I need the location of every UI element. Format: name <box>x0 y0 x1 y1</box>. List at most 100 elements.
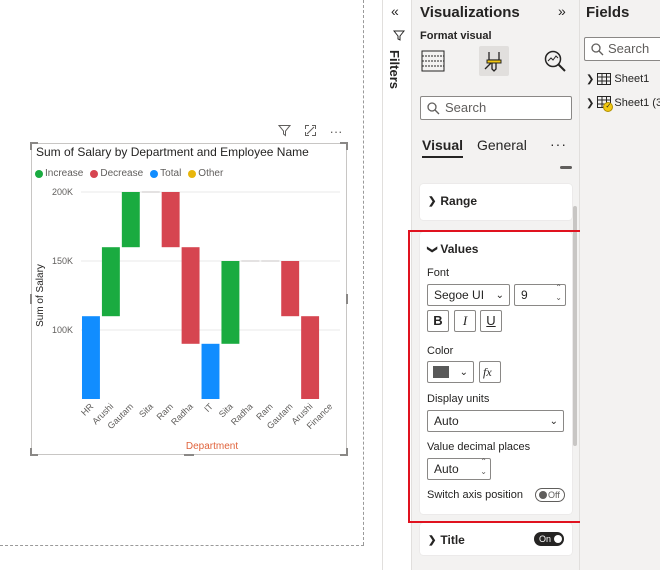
chevron-right-icon: ❯ <box>428 534 437 546</box>
font-family-dropdown[interactable]: Segoe UI ⌄ <box>427 284 510 306</box>
field-table-sheet1-3[interactable]: ❯ ✓ Sheet1 (3 <box>586 96 660 112</box>
paint-brush-icon <box>484 52 502 72</box>
resize-handle[interactable] <box>346 142 348 150</box>
table-icon <box>597 73 612 85</box>
legend-label: Increase <box>45 168 84 179</box>
decimal-places-label: Value decimal places <box>427 441 531 453</box>
toggle-state: Off <box>548 490 560 500</box>
search-placeholder: Search <box>445 100 487 115</box>
display-units-dropdown[interactable]: Auto ⌄ <box>427 410 564 432</box>
resize-handle[interactable] <box>30 142 32 150</box>
analytics-button[interactable] <box>540 46 570 76</box>
waterfall-bar[interactable] <box>161 192 180 248</box>
chevron-right-icon: ❯ <box>428 195 437 207</box>
waterfall-bar[interactable] <box>121 192 140 248</box>
chart-legend: Increase Decrease Total Other <box>35 168 223 179</box>
title-section[interactable]: ❯ Title On <box>420 523 572 555</box>
legend-marker <box>150 169 159 178</box>
waterfall-bar[interactable] <box>101 247 120 317</box>
range-header[interactable]: ❯ Range <box>428 194 477 208</box>
chevron-down-icon: ⌄ <box>549 416 558 427</box>
collapse-panes-icon[interactable]: « <box>391 3 399 19</box>
waterfall-bar[interactable] <box>81 316 100 399</box>
switch-axis-position-label: Switch axis position <box>427 489 523 501</box>
search-icon <box>427 102 440 115</box>
legend-item[interactable]: Total <box>150 168 181 179</box>
fields-title: Fields <box>586 4 630 21</box>
bold-button[interactable]: B <box>427 310 449 332</box>
more-options-icon[interactable]: ··· <box>550 136 567 152</box>
x-tick-label: IT <box>202 401 215 414</box>
range-section[interactable]: ❯ Range <box>420 184 572 220</box>
italic-button[interactable]: I <box>454 310 476 332</box>
waterfall-bar[interactable] <box>301 316 320 399</box>
legend-label: Decrease <box>100 168 144 179</box>
x-tick-label: Sita <box>137 401 155 419</box>
legend-item[interactable]: Other <box>188 168 223 179</box>
chevron-down-icon: ❯ <box>426 244 438 254</box>
font-label: Font <box>427 267 450 279</box>
waterfall-bar[interactable] <box>281 261 300 317</box>
tab-general[interactable]: General <box>477 137 527 158</box>
search-icon <box>591 43 604 56</box>
stepper-arrows-icon[interactable]: ⌃ ⌄ <box>480 457 487 477</box>
chevron-right-icon[interactable]: ❯ <box>586 74 594 85</box>
table-name: Sheet1 (3 <box>614 97 660 109</box>
x-axis-title: Department <box>186 441 238 452</box>
build-visual-icon <box>421 50 445 72</box>
expand-pane-icon[interactable]: » <box>558 3 566 19</box>
tab-visual[interactable]: Visual <box>422 137 463 158</box>
font-size-stepper[interactable]: 9 ⌃ ⌄ <box>514 283 566 306</box>
chart-plot: 100K150K200KSum of SalaryHRArushiGautam S… <box>35 187 340 452</box>
pane-scrollbar[interactable] <box>573 206 577 446</box>
visualizations-title: Visualizations <box>420 4 520 21</box>
values-label: Values <box>440 242 479 256</box>
filter-icon[interactable] <box>276 124 292 140</box>
toggle-knob <box>554 535 562 543</box>
legend-item[interactable]: Increase <box>35 168 83 179</box>
waterfall-bar[interactable] <box>221 261 240 344</box>
x-tick-label: Radha <box>169 401 195 427</box>
color-picker[interactable]: ⌄ <box>427 361 474 383</box>
table-name: Sheet1 <box>614 73 650 85</box>
legend-item[interactable]: Decrease <box>90 168 143 179</box>
title-header[interactable]: ❯ Title <box>428 533 465 547</box>
toggle-knob <box>539 491 547 499</box>
color-label: Color <box>427 345 454 357</box>
page-boundary-horizontal <box>0 545 364 546</box>
fields-pane: Fields Search ❯ Sheet1 ❯ ✓ Sheet1 (3 <box>580 0 660 570</box>
values-header[interactable]: ❯ Values <box>426 242 479 256</box>
font-size-value: 9 <box>521 288 528 302</box>
range-label: Range <box>440 194 478 208</box>
font-family-value: Segoe UI <box>434 288 485 302</box>
waterfall-bar[interactable] <box>201 343 220 399</box>
chevron-down-icon: ⌄ <box>495 290 504 301</box>
decimal-places-stepper[interactable]: Auto ⌃ ⌄ <box>427 457 491 480</box>
filters-pane-collapsed[interactable]: « Filters <box>382 0 412 570</box>
decimal-places-value: Auto <box>434 462 459 476</box>
legend-marker <box>90 169 99 178</box>
field-table-sheet1[interactable]: ❯ Sheet1 <box>586 73 649 85</box>
display-units-value: Auto <box>434 414 459 428</box>
build-visual-button[interactable] <box>418 46 448 76</box>
chart-title: Sum of Salary by Department and Employee… <box>36 145 309 159</box>
underline-button[interactable]: U <box>480 310 502 332</box>
focus-mode-icon[interactable] <box>302 124 318 140</box>
visualizations-search-input[interactable]: Search <box>420 96 572 120</box>
format-visual-button[interactable] <box>479 46 509 76</box>
title-label: Title <box>440 533 465 547</box>
switch-axis-position-toggle[interactable]: Off <box>535 488 565 502</box>
filters-label[interactable]: Filters <box>387 50 402 89</box>
more-options-icon[interactable]: ··· <box>328 124 344 140</box>
fx-conditional-format-button[interactable]: fx <box>479 361 501 383</box>
waterfall-bar[interactable] <box>181 247 200 344</box>
format-visual-label: Format visual <box>420 30 492 42</box>
stepper-arrows-icon[interactable]: ⌃ ⌄ <box>555 283 562 303</box>
analytics-magnifier-icon <box>544 50 566 72</box>
legend-label: Total <box>160 168 182 179</box>
chevron-right-icon[interactable]: ❯ <box>586 98 594 109</box>
title-toggle[interactable]: On <box>534 532 564 546</box>
fields-search-input[interactable]: Search <box>584 37 660 61</box>
search-placeholder: Search <box>608 41 650 56</box>
legend-marker <box>188 169 197 178</box>
